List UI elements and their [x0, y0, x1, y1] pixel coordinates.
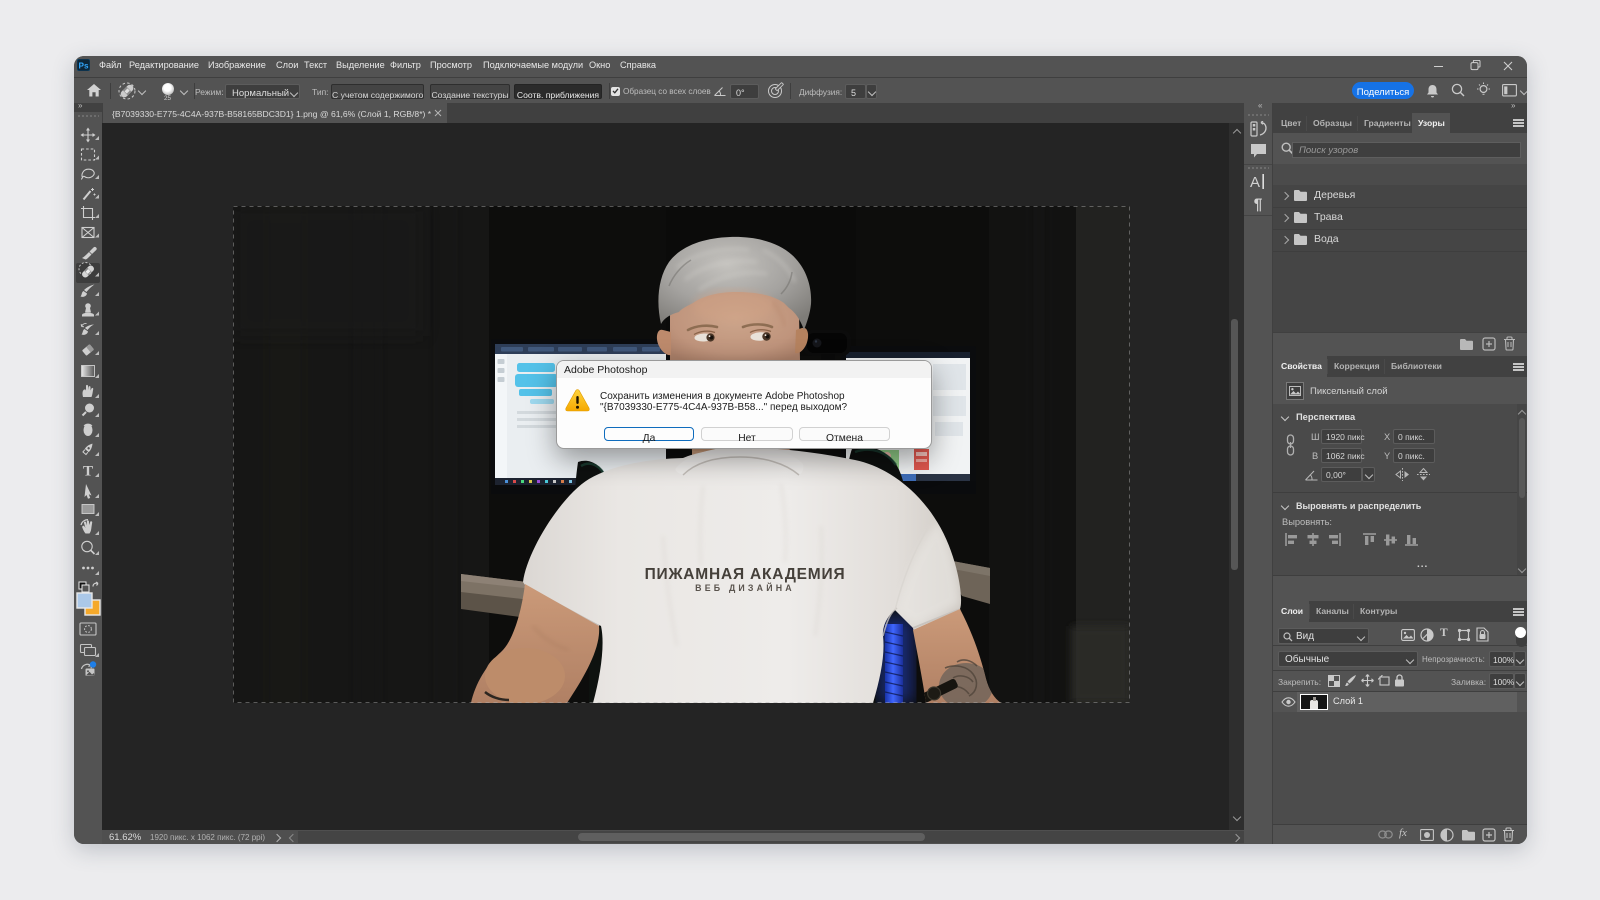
svg-text:T: T: [83, 464, 93, 480]
svg-text:Ps: Ps: [78, 61, 88, 70]
svg-text:ПИЖАМНАЯ АКАДЕМИЯ: ПИЖАМНАЯ АКАДЕМИЯ: [645, 566, 846, 583]
svg-text:ВЕБ ДИЗАЙНА: ВЕБ ДИЗАЙНА: [695, 582, 795, 593]
svg-text:¶: ¶: [1254, 197, 1263, 213]
svg-text:A: A: [1250, 174, 1260, 190]
